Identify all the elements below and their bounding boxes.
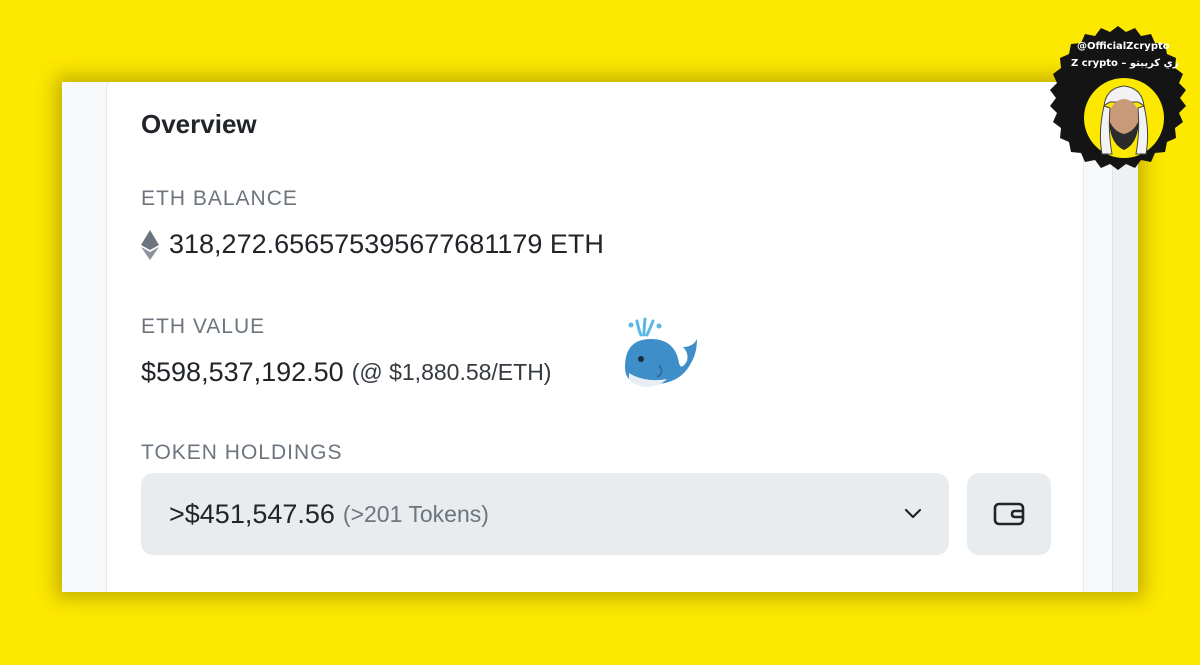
overview-card: Overview ETH BALANCE 318,272.65657539567… bbox=[106, 82, 1084, 592]
eth-value-row: $598,537,192.50 (@ $1,880.58/ETH) bbox=[141, 357, 551, 388]
eth-price: (@ $1,880.58/ETH) bbox=[351, 359, 552, 385]
watermark-handle: @OfficialZcrypto bbox=[1077, 41, 1170, 52]
chevron-down-icon bbox=[904, 508, 922, 519]
overview-title: Overview bbox=[141, 109, 257, 139]
eth-balance-row: 318,272.656575395677681179 ETH bbox=[141, 229, 604, 260]
token-holdings-value: >$451,547.56 bbox=[169, 498, 335, 529]
eth-balance-label: ETH BALANCE bbox=[141, 187, 298, 210]
eth-balance-value: 318,272.656575395677681179 ETH bbox=[169, 229, 604, 259]
etherscan-panel: Overview ETH BALANCE 318,272.65657539567… bbox=[62, 82, 1138, 592]
wallet-button[interactable] bbox=[967, 473, 1051, 555]
ethereum-icon bbox=[141, 229, 159, 260]
eth-value-label: ETH VALUE bbox=[141, 315, 266, 338]
token-holdings-dropdown[interactable]: >$451,547.56 (>201 Tokens) bbox=[141, 473, 949, 555]
eth-value-amount: $598,537,192.50 bbox=[141, 357, 344, 387]
token-holdings-count: (>201 Tokens) bbox=[342, 500, 489, 527]
token-holdings-label: TOKEN HOLDINGS bbox=[141, 441, 343, 464]
whale-emoji bbox=[625, 317, 697, 387]
wallet-icon bbox=[993, 502, 1025, 526]
watermark-name: Z crypto – زي كريبتو bbox=[1071, 58, 1179, 69]
